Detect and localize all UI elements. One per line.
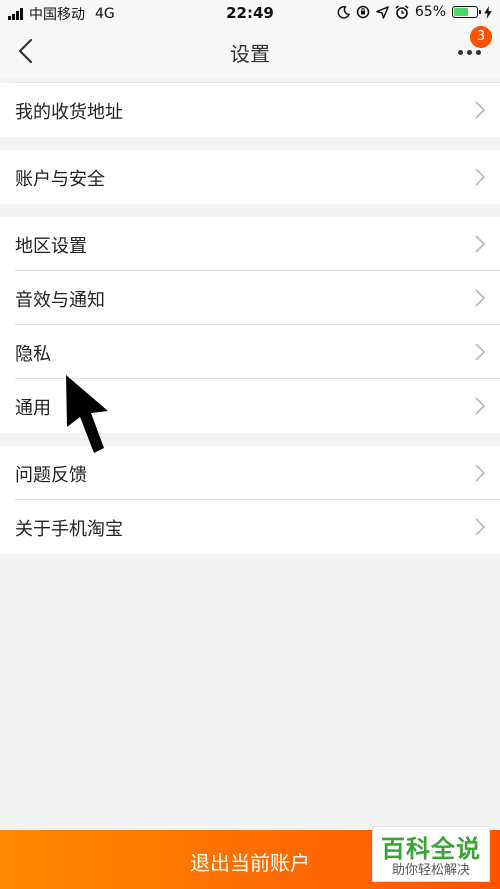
- chevron-right-icon: [475, 235, 486, 253]
- settings-group-about: 问题反馈 关于手机淘宝: [0, 446, 500, 554]
- settings-item-about[interactable]: 关于手机淘宝: [0, 500, 500, 554]
- settings-item-region[interactable]: 地区设置: [0, 217, 500, 271]
- orientation-lock-icon: [356, 5, 370, 19]
- watermark-subtitle: 助你轻松解决: [391, 863, 470, 878]
- chevron-right-icon: [475, 289, 486, 307]
- page-title: 设置: [230, 42, 270, 66]
- chevron-right-icon: [475, 101, 486, 119]
- more-dots-icon[interactable]: [458, 50, 486, 58]
- alarm-icon: [395, 5, 409, 19]
- navigation-bar: 设置 3: [0, 26, 500, 78]
- location-icon: [376, 5, 389, 19]
- settings-item-label: 关于手机淘宝: [15, 519, 123, 540]
- settings-item-privacy[interactable]: 隐私: [0, 325, 500, 379]
- settings-item-label: 账户与安全: [15, 169, 105, 190]
- status-bar: 中国移动 4G 22:49 65%: [0, 0, 500, 26]
- battery-fill: [454, 8, 468, 16]
- watermark-logo: 百科全说 助你轻松解决: [372, 826, 490, 882]
- battery-percent: 65%: [414, 4, 446, 20]
- settings-item-address[interactable]: 我的收货地址: [0, 83, 500, 137]
- chevron-right-icon: [475, 518, 486, 536]
- settings-item-label: 音效与通知: [15, 290, 105, 311]
- settings-group-address: 我的收货地址: [0, 83, 500, 137]
- settings-item-sound-notification[interactable]: 音效与通知: [0, 271, 500, 325]
- chevron-right-icon: [475, 343, 486, 361]
- charging-icon: [484, 5, 492, 19]
- notification-badge: 3: [470, 26, 492, 48]
- chevron-right-icon: [475, 168, 486, 186]
- settings-item-label: 通用: [15, 398, 51, 419]
- chevron-right-icon: [475, 397, 486, 415]
- settings-item-label: 问题反馈: [15, 465, 87, 486]
- moon-icon: [337, 5, 350, 19]
- settings-group-account: 账户与安全: [0, 150, 500, 204]
- settings-item-label: 地区设置: [15, 236, 87, 257]
- settings-item-label: 我的收货地址: [15, 102, 123, 123]
- pointer-arrow-icon: [66, 375, 108, 453]
- settings-item-label: 隐私: [15, 344, 51, 365]
- battery-icon: [452, 6, 481, 18]
- settings-item-account-security[interactable]: 账户与安全: [0, 150, 500, 204]
- status-right: 65%: [337, 4, 492, 20]
- chevron-right-icon: [475, 464, 486, 482]
